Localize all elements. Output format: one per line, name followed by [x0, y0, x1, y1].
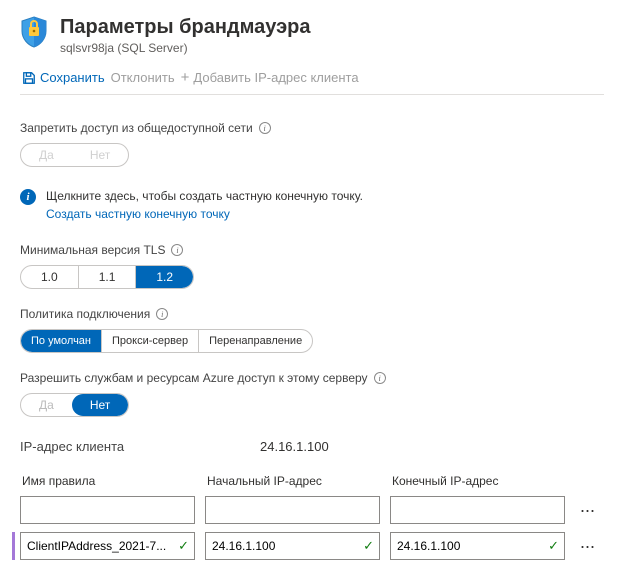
shield-icon — [20, 16, 48, 48]
separator — [20, 94, 604, 95]
info-icon[interactable]: i — [374, 372, 386, 384]
tls-10[interactable]: 1.0 — [21, 266, 79, 288]
conn-policy-default[interactable]: По умолчан — [21, 330, 102, 352]
conn-policy-redirect[interactable]: Перенаправление — [199, 330, 312, 352]
col-rule-name: Имя правила — [22, 474, 197, 488]
connection-policy-label: Политика подключения i — [20, 307, 604, 321]
azure-access-no[interactable]: Нет — [72, 394, 128, 416]
client-ip-value: 24.16.1.100 — [260, 439, 329, 454]
conn-policy-proxy[interactable]: Прокси-сервер — [102, 330, 199, 352]
start-ip-input[interactable] — [205, 496, 380, 524]
azure-access-label: Разрешить службам и ресурсам Azure досту… — [20, 371, 604, 385]
start-ip-input[interactable] — [205, 532, 380, 560]
col-end-ip: Конечный IP-адрес — [392, 474, 567, 488]
tls-selector[interactable]: 1.0 1.1 1.2 — [20, 265, 194, 289]
public-access-yes[interactable]: Да — [21, 144, 72, 166]
save-button[interactable]: Сохранить — [20, 68, 107, 87]
end-ip-input[interactable] — [390, 532, 565, 560]
public-access-no[interactable]: Нет — [72, 144, 128, 166]
connection-policy-selector[interactable]: По умолчан Прокси-сервер Перенаправление — [20, 329, 313, 353]
tls-label: Минимальная версия TLS i — [20, 243, 604, 257]
rule-name-input[interactable] — [20, 532, 195, 560]
row-menu-icon[interactable]: ··· — [575, 502, 599, 518]
tls-11[interactable]: 1.1 — [79, 266, 137, 288]
public-access-toggle[interactable]: Да Нет — [20, 143, 129, 167]
azure-access-toggle[interactable]: Да Нет — [20, 393, 129, 417]
page-title: Параметры брандмауэра — [60, 16, 311, 39]
public-access-label: Запретить доступ из общедоступной сети i — [20, 121, 604, 135]
info-icon[interactable]: i — [259, 122, 271, 134]
info-icon[interactable]: i — [156, 308, 168, 320]
end-ip-input[interactable] — [390, 496, 565, 524]
create-private-endpoint-link[interactable]: Создать частную конечную точку — [46, 207, 363, 221]
table-row: ✓ ✓ ✓ ··· — [20, 532, 604, 560]
rule-name-input[interactable] — [20, 496, 195, 524]
col-start-ip: Начальный IP-адрес — [207, 474, 382, 488]
client-ip-label: IP-адрес клиента — [20, 439, 260, 454]
private-endpoint-message: Щелкните здесь, чтобы создать частную ко… — [46, 189, 363, 203]
info-icon: i — [20, 189, 36, 205]
azure-access-yes[interactable]: Да — [21, 394, 72, 416]
save-icon — [22, 71, 36, 85]
discard-button[interactable]: Отклонить — [109, 68, 177, 87]
info-icon[interactable]: i — [171, 244, 183, 256]
page-subtitle: sqlsvr98ja (SQL Server) — [60, 41, 311, 55]
tls-12[interactable]: 1.2 — [136, 266, 193, 288]
table-row: ··· — [20, 496, 604, 524]
add-client-ip-button[interactable]: +Добавить IP-адрес клиента — [179, 67, 361, 88]
